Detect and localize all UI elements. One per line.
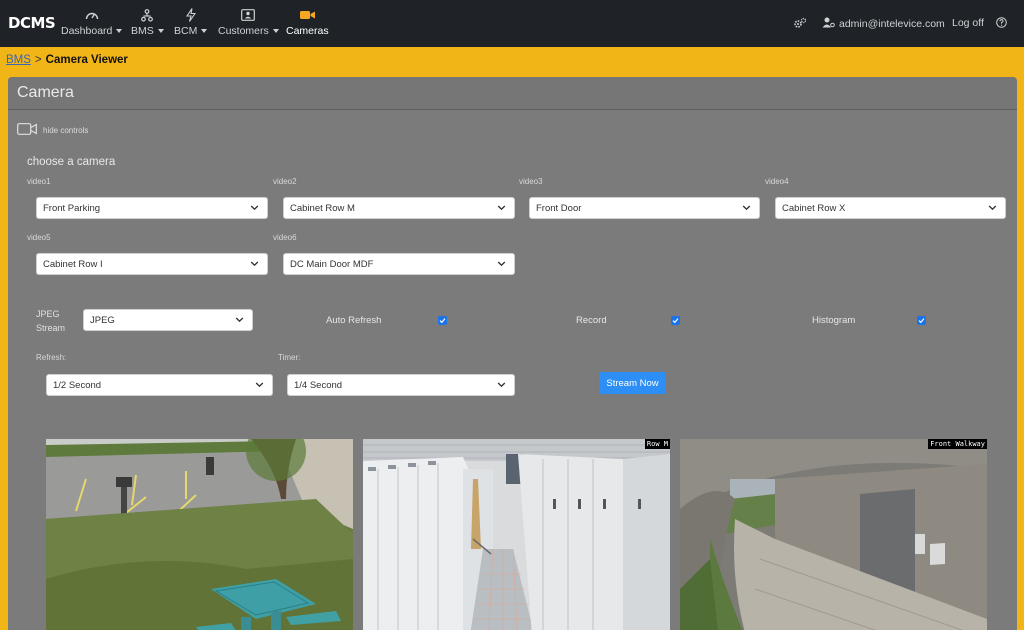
chevron-down-icon: [250, 203, 259, 215]
chevron-down-icon: [497, 259, 506, 271]
refresh-value: 1/2 Second: [53, 379, 102, 391]
video1-value: Front Parking: [43, 202, 101, 214]
stream-now-button[interactable]: Stream Now: [599, 372, 666, 394]
jpeg-stream-label-line2: Stream: [36, 323, 66, 333]
camera-card: Camera hide controls choose a camera vid…: [8, 77, 1017, 630]
video2-label: video2: [273, 177, 297, 186]
histogram-checkbox[interactable]: [917, 316, 926, 325]
refresh-select[interactable]: 1/2 Second: [46, 374, 273, 396]
gears-icon: [793, 17, 807, 32]
user-cog-icon: [822, 17, 835, 31]
timer-value: 1/4 Second: [294, 379, 343, 391]
stream-type-select[interactable]: JPEG: [83, 309, 253, 331]
video3-value: Front Door: [536, 202, 582, 214]
chevron-down-icon: [272, 29, 279, 34]
video3-label: video3: [519, 177, 543, 186]
timer-select[interactable]: 1/4 Second: [287, 374, 515, 396]
hide-controls-toggle[interactable]: hide controls: [17, 123, 88, 137]
settings-button[interactable]: [793, 17, 807, 32]
chevron-down-icon: [497, 380, 506, 392]
chevron-down-icon: [742, 203, 751, 215]
nav-dashboard-label: Dashboard: [61, 25, 113, 37]
breadcrumb-current: Camera Viewer: [45, 54, 128, 66]
gauge-icon: [84, 8, 100, 22]
video4-select[interactable]: Cabinet Row X: [775, 197, 1006, 219]
front-walkway-image: [680, 439, 987, 630]
user-email: admin@intelevice.com: [839, 18, 945, 30]
nav-bcm[interactable]: BCM: [174, 8, 208, 37]
video2-select[interactable]: Cabinet Row M: [283, 197, 515, 219]
video5-label: video5: [27, 233, 51, 242]
id-card-icon: [240, 8, 256, 22]
cabinet-row-image: [363, 439, 670, 630]
nav-cameras-label: Cameras: [286, 25, 329, 37]
breadcrumb-bms[interactable]: BMS: [6, 54, 31, 66]
video5-select[interactable]: Cabinet Row I: [36, 253, 268, 275]
nav-bms-label: BMS: [131, 25, 154, 37]
nav-dashboard[interactable]: Dashboard: [61, 8, 123, 37]
choose-camera-heading: choose a camera: [27, 156, 116, 168]
video3-select[interactable]: Front Door: [529, 197, 760, 219]
sitemap-icon: [139, 8, 155, 22]
checkmark-icon: [672, 318, 679, 324]
video6-value: DC Main Door MDF: [290, 258, 374, 270]
checkmark-icon: [918, 318, 925, 324]
front-parking-image: [46, 439, 353, 630]
video1-label: video1: [27, 177, 51, 186]
card-header: [8, 77, 1017, 110]
logoff-link[interactable]: Log off: [952, 17, 984, 29]
feed-3-overlay: Front Walkway: [928, 439, 987, 449]
bolt-icon: [183, 8, 199, 22]
user-menu[interactable]: admin@intelevice.com: [822, 17, 945, 31]
nav-customers-label: Customers: [218, 25, 269, 37]
nav-cameras[interactable]: Cameras: [286, 8, 329, 37]
video2-value: Cabinet Row M: [290, 202, 355, 214]
chevron-down-icon: [988, 203, 997, 215]
camera-feed-2[interactable]: Row M: [363, 439, 670, 630]
video4-value: Cabinet Row X: [782, 202, 846, 214]
nav-bcm-label: BCM: [174, 25, 198, 37]
camera-feed-1[interactable]: [46, 439, 353, 630]
video-camera-icon: [299, 8, 315, 22]
video6-select[interactable]: DC Main Door MDF: [283, 253, 515, 275]
jpeg-stream-label-line1: JPEG: [36, 309, 60, 319]
chevron-down-icon: [497, 203, 506, 215]
chevron-down-icon: [201, 29, 208, 34]
checkmark-icon: [439, 318, 446, 324]
video4-label: video4: [765, 177, 789, 186]
video5-value: Cabinet Row I: [43, 258, 103, 270]
chevron-down-icon: [235, 315, 244, 327]
feed-2-overlay: Row M: [644, 439, 670, 449]
hide-controls-label: hide controls: [43, 125, 89, 135]
nav-bms[interactable]: BMS: [131, 8, 164, 37]
timer-label: Timer:: [278, 353, 301, 362]
chevron-down-icon: [250, 259, 259, 271]
top-navbar: DCMS Dashboard BMS BCM Customers Cameras: [0, 0, 1024, 47]
chevron-down-icon: [116, 29, 123, 34]
jpeg-stream-label: JPEG Stream: [36, 307, 65, 335]
nav-customers[interactable]: Customers: [218, 8, 279, 37]
auto-refresh-checkbox[interactable]: [438, 316, 447, 325]
histogram-label: Histogram: [812, 315, 856, 326]
refresh-label: Refresh:: [36, 353, 67, 362]
video-camera-icon: [17, 123, 37, 137]
breadcrumb: BMS > Camera Viewer: [6, 54, 128, 66]
record-checkbox[interactable]: [671, 316, 680, 325]
card-title: Camera: [17, 84, 74, 101]
record-label: Record: [576, 315, 607, 326]
breadcrumb-separator: >: [34, 54, 42, 66]
chevron-down-icon: [255, 380, 264, 392]
video6-label: video6: [273, 233, 297, 242]
help-icon: [996, 17, 1007, 31]
app-logo[interactable]: DCMS: [8, 14, 56, 32]
help-button[interactable]: [996, 17, 1007, 31]
stream-type-value: JPEG: [90, 314, 115, 326]
chevron-down-icon: [157, 29, 164, 34]
video1-select[interactable]: Front Parking: [36, 197, 268, 219]
camera-feed-3[interactable]: Front Walkway: [680, 439, 987, 630]
auto-refresh-label: Auto Refresh: [326, 315, 382, 326]
